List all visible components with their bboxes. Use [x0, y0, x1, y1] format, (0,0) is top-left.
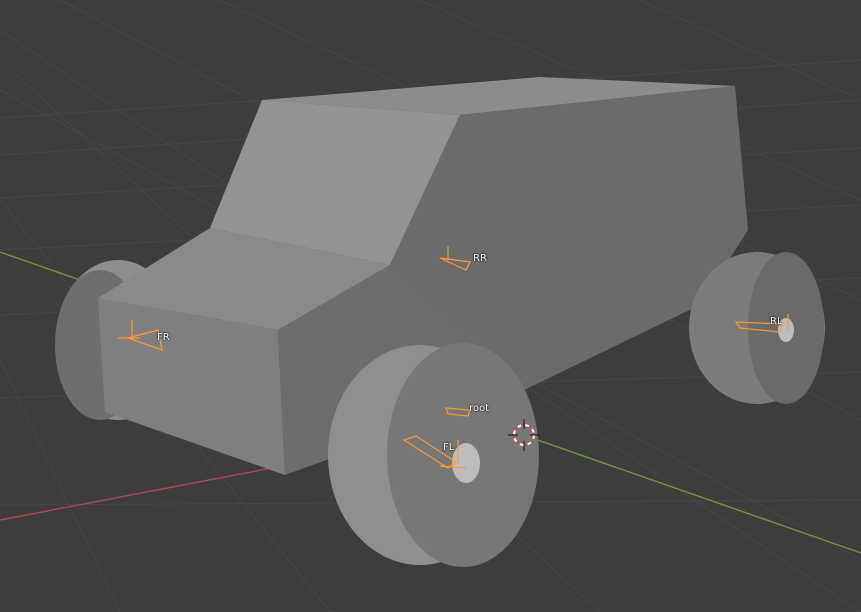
bone-label-fr: FR — [157, 332, 170, 343]
viewport-scene[interactable] — [0, 0, 861, 612]
bone-label-rr: RR — [473, 253, 487, 264]
bone-label-fl: FL — [443, 442, 455, 453]
front-left-wheel[interactable] — [328, 343, 539, 567]
rear-left-wheel[interactable] — [689, 252, 825, 404]
3d-viewport[interactable]: FR RR RL root FL — [0, 0, 861, 612]
bone-label-root: root — [469, 403, 490, 414]
bone-label-rl: RL — [770, 316, 783, 327]
